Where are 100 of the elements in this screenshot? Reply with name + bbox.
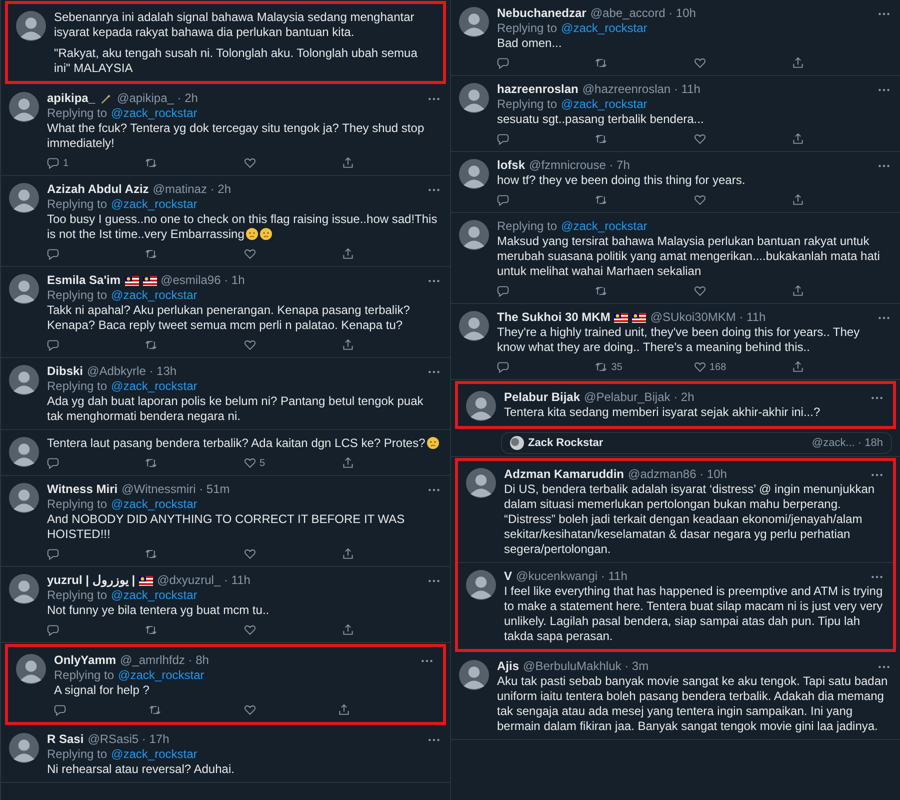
retweet-icon[interactable] <box>595 194 608 206</box>
user-name[interactable]: apikipa_ <box>47 91 96 106</box>
reply-icon[interactable] <box>47 157 59 169</box>
quoted-tweet-bar[interactable]: Zack Rockstar @zack... · 18h <box>501 432 892 454</box>
more-icon[interactable] <box>878 316 890 320</box>
more-icon[interactable] <box>428 488 440 492</box>
user-name[interactable]: hazreenroslan <box>497 82 578 97</box>
reply-icon[interactable] <box>47 339 59 351</box>
heart-icon[interactable] <box>694 285 706 297</box>
avatar-icon[interactable] <box>9 574 39 604</box>
user-name[interactable]: R Sasi <box>47 732 84 747</box>
retweet-icon[interactable] <box>595 285 608 297</box>
user-name[interactable]: Ajis <box>497 659 520 674</box>
mention-link[interactable]: @zack_rockstar <box>111 288 198 303</box>
reply-icon[interactable] <box>54 704 66 716</box>
user-name[interactable]: Esmila Sa'im <box>47 273 121 288</box>
more-icon[interactable] <box>428 96 440 100</box>
avatar-icon[interactable] <box>459 83 489 113</box>
user-name[interactable]: OnlyYamm <box>54 653 116 668</box>
heart-icon[interactable] <box>694 57 706 69</box>
heart-icon[interactable] <box>244 248 256 260</box>
mention-link[interactable]: @zack_rockstar <box>111 106 198 121</box>
share-icon[interactable] <box>342 624 354 636</box>
more-icon[interactable] <box>878 88 890 92</box>
more-icon[interactable] <box>871 396 883 400</box>
retweet-icon[interactable] <box>145 624 158 636</box>
more-icon[interactable] <box>878 664 890 668</box>
user-name[interactable]: The Sukhoi 30 MKM <box>497 310 610 325</box>
more-icon[interactable] <box>421 658 433 662</box>
reply-icon[interactable] <box>47 548 59 560</box>
share-icon[interactable] <box>792 194 804 206</box>
avatar-icon[interactable] <box>466 391 496 421</box>
avatar-icon[interactable] <box>466 570 496 600</box>
avatar-icon[interactable] <box>459 7 489 37</box>
heart-icon[interactable] <box>244 704 256 716</box>
heart-icon[interactable] <box>244 157 256 169</box>
more-icon[interactable] <box>428 370 440 374</box>
user-name[interactable]: Witness Miri <box>47 482 118 497</box>
user-name[interactable]: Dibski <box>47 364 84 379</box>
reply-icon[interactable] <box>47 248 59 260</box>
avatar-icon[interactable] <box>466 468 496 498</box>
retweet-icon[interactable] <box>145 157 158 169</box>
heart-icon[interactable] <box>694 133 706 145</box>
more-icon[interactable] <box>428 738 440 742</box>
retweet-icon[interactable] <box>145 457 158 469</box>
reply-icon[interactable] <box>497 285 509 297</box>
user-name[interactable]: Adzman Kamaruddin <box>504 467 624 482</box>
avatar-icon[interactable] <box>9 274 39 304</box>
share-icon[interactable] <box>792 361 804 373</box>
share-icon[interactable] <box>792 57 804 69</box>
mention-link[interactable]: @zack_rockstar <box>561 219 648 234</box>
share-icon[interactable] <box>792 133 804 145</box>
user-name[interactable]: V <box>504 569 512 584</box>
avatar-icon[interactable] <box>9 437 39 467</box>
reply-icon[interactable] <box>497 133 509 145</box>
mention-link[interactable]: @zack_rockstar <box>561 21 648 36</box>
avatar-icon[interactable] <box>9 733 39 763</box>
retweet-icon[interactable] <box>595 133 608 145</box>
reply-icon[interactable] <box>47 457 59 469</box>
more-icon[interactable] <box>428 278 440 282</box>
share-icon[interactable] <box>338 704 350 716</box>
share-icon[interactable] <box>792 285 804 297</box>
retweet-icon[interactable] <box>148 704 161 716</box>
more-icon[interactable] <box>428 188 440 192</box>
avatar-icon[interactable] <box>459 220 489 250</box>
share-icon[interactable] <box>342 548 354 560</box>
avatar-icon[interactable] <box>16 654 46 684</box>
avatar-icon[interactable] <box>16 11 46 41</box>
avatar-icon[interactable] <box>9 483 39 513</box>
avatar-icon[interactable] <box>459 660 489 690</box>
mention-link[interactable]: @zack_rockstar <box>111 497 198 512</box>
share-icon[interactable] <box>342 457 354 469</box>
user-name[interactable]: Azizah Abdul Aziz <box>47 182 149 197</box>
mention-link[interactable]: @zack_rockstar <box>561 97 648 112</box>
retweet-icon[interactable] <box>595 361 608 373</box>
avatar-icon[interactable] <box>9 92 39 122</box>
avatar-icon[interactable] <box>9 183 39 213</box>
reply-icon[interactable] <box>47 624 59 636</box>
heart-icon[interactable] <box>694 194 706 206</box>
retweet-icon[interactable] <box>145 339 158 351</box>
more-icon[interactable] <box>871 574 883 578</box>
share-icon[interactable] <box>342 157 354 169</box>
mention-link[interactable]: @zack_rockstar <box>111 588 198 603</box>
retweet-icon[interactable] <box>145 248 158 260</box>
more-icon[interactable] <box>428 578 440 582</box>
avatar-icon[interactable] <box>9 365 39 395</box>
share-icon[interactable] <box>342 248 354 260</box>
user-name[interactable]: Pelabur Bijak <box>504 390 580 405</box>
mention-link[interactable]: @zack_rockstar <box>111 379 198 394</box>
more-icon[interactable] <box>871 472 883 476</box>
heart-icon[interactable] <box>244 548 256 560</box>
heart-icon[interactable] <box>244 339 256 351</box>
more-icon[interactable] <box>878 12 890 16</box>
avatar-icon[interactable] <box>459 311 489 341</box>
user-name[interactable]: Nebuchanedzar <box>497 6 586 21</box>
retweet-icon[interactable] <box>145 548 158 560</box>
reply-icon[interactable] <box>497 194 509 206</box>
mention-link[interactable]: @zack_rockstar <box>118 668 204 683</box>
heart-icon[interactable] <box>244 624 256 636</box>
avatar-icon[interactable] <box>459 159 489 189</box>
